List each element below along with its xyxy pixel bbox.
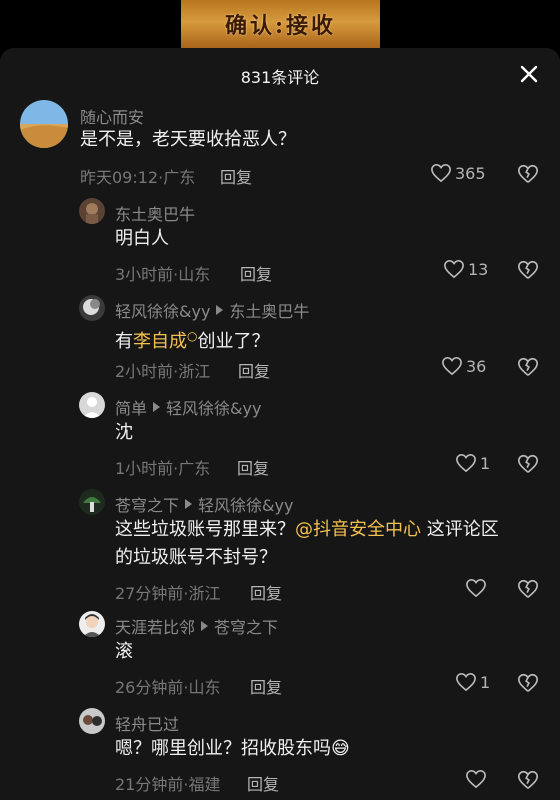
heart-icon <box>456 672 476 692</box>
comment-text: 是不是，老天要收拾恶人？ <box>80 129 296 150</box>
username-line: 苍穹之下 轻风徐徐&yy <box>115 492 293 516</box>
username[interactable]: 轻舟已过 <box>115 711 179 735</box>
close-icon[interactable] <box>520 65 538 83</box>
heart-icon <box>444 259 464 279</box>
comment-meta: 2小时前·浙江 <box>115 362 211 381</box>
reply-to-username[interactable]: 苍穹之下 <box>214 614 278 638</box>
search-keyword-link[interactable]: 李自成 <box>133 331 187 352</box>
reply-button[interactable]: 回复 <box>220 164 252 188</box>
comment-meta: 1小时前·广东 <box>115 459 211 478</box>
comment-text: 沈 <box>115 422 133 443</box>
comment-text-part: 嗯？哪里创业？招收股东吗 <box>115 738 331 759</box>
avatar[interactable] <box>79 708 105 734</box>
comment-text: 这些垃圾账号那里来？@抖音安全中心 这评论区的垃圾账号不封号？ <box>115 516 545 572</box>
reply-to-username[interactable]: 轻风徐徐&yy <box>198 492 293 516</box>
like-count: 365 <box>455 163 486 183</box>
panel-header: 831条评论 <box>0 48 560 102</box>
username[interactable]: 苍穹之下 <box>115 492 179 516</box>
heart-icon <box>466 769 486 789</box>
username[interactable]: 简单 <box>115 395 147 419</box>
reply-to-username[interactable]: 东土奥巴牛 <box>229 298 309 322</box>
reply-button[interactable]: 回复 <box>237 455 269 479</box>
username[interactable]: 随心而安 <box>80 104 144 128</box>
username[interactable]: 东土奥巴牛 <box>115 201 195 225</box>
like-button[interactable]: 1 <box>455 672 490 692</box>
comment-meta: 26分钟前·山东 <box>115 678 221 697</box>
reply-button[interactable]: 回复 <box>250 674 282 698</box>
comment-text: 明白人 <box>115 228 169 249</box>
reply-arrow-icon <box>201 621 209 631</box>
video-banner: 确认:接收 <box>181 0 380 48</box>
like-button[interactable] <box>465 769 490 789</box>
heart-icon <box>466 578 486 598</box>
comment-text-part: 这些垃圾账号那里来？ <box>115 519 295 540</box>
comment-meta: 27分钟前·浙江 <box>115 584 221 603</box>
emoji: 😅 <box>331 738 350 759</box>
username[interactable]: 天涯若比邻 <box>115 614 195 638</box>
comment-meta: 21分钟前·福建 <box>115 775 221 794</box>
like-button[interactable]: 13 <box>443 259 488 279</box>
like-count: 13 <box>468 259 489 279</box>
dislike-icon[interactable] <box>517 769 539 791</box>
avatar[interactable] <box>79 392 105 418</box>
reply-arrow-icon <box>185 499 193 509</box>
avatar[interactable] <box>79 198 105 224</box>
heart-icon <box>456 453 476 473</box>
reply-arrow-icon <box>153 402 161 412</box>
comment-text: 有李自成○创业了？ <box>115 322 269 356</box>
like-button[interactable]: 365 <box>430 163 486 183</box>
dislike-icon[interactable] <box>517 672 539 694</box>
reply-button[interactable]: 回复 <box>240 261 272 285</box>
comments-panel: 831条评论 随心而安 是不是，老天要收拾恶人？ 昨天09:12·广东 回复 3… <box>0 48 560 800</box>
mention-link[interactable]: @抖音安全中心 <box>295 519 421 540</box>
comment-text-part: 这评论区 <box>421 519 499 540</box>
heart-icon <box>442 356 462 376</box>
username[interactable]: 轻风徐徐&yy <box>115 298 210 322</box>
like-count: 1 <box>480 453 491 473</box>
avatar[interactable] <box>20 100 68 148</box>
like-button[interactable]: 1 <box>455 453 490 473</box>
comment-text-part: 创业了？ <box>197 331 270 352</box>
like-button[interactable] <box>465 578 490 598</box>
comment-meta: 3小时前·山东 <box>115 265 211 284</box>
like-button[interactable]: 36 <box>441 356 486 376</box>
reply-arrow-icon <box>216 305 224 315</box>
username-line: 简单 轻风徐徐&yy <box>115 395 261 419</box>
comment-text: 嗯？哪里创业？招收股东吗😅 <box>115 735 350 763</box>
dislike-icon[interactable] <box>517 578 539 600</box>
comment-meta: 昨天09:12·广东 <box>80 168 196 187</box>
dislike-icon[interactable] <box>517 259 539 281</box>
reply-button[interactable]: 回复 <box>247 771 279 795</box>
avatar[interactable] <box>79 295 105 321</box>
search-icon: ○ <box>187 329 198 343</box>
heart-icon <box>431 163 451 183</box>
comment-text-part: 的垃圾账号不封号？ <box>115 547 277 568</box>
username-line: 轻风徐徐&yy 东土奥巴牛 <box>115 298 309 322</box>
video-area: 确认:接收 <box>0 0 560 48</box>
dislike-icon[interactable] <box>517 453 539 475</box>
comment-text-part: 有 <box>115 331 133 352</box>
dislike-icon[interactable] <box>517 356 539 378</box>
avatar[interactable] <box>79 489 105 515</box>
dislike-icon[interactable] <box>517 163 539 185</box>
like-count: 1 <box>480 672 491 692</box>
avatar[interactable] <box>79 611 105 637</box>
reply-button[interactable]: 回复 <box>250 580 282 604</box>
comment-text: 滚 <box>115 641 133 662</box>
comment-count-title: 831条评论 <box>240 68 320 87</box>
reply-button[interactable]: 回复 <box>238 358 270 382</box>
like-count: 36 <box>466 356 487 376</box>
reply-to-username[interactable]: 轻风徐徐&yy <box>166 395 261 419</box>
username-line: 天涯若比邻 苍穹之下 <box>115 614 278 638</box>
